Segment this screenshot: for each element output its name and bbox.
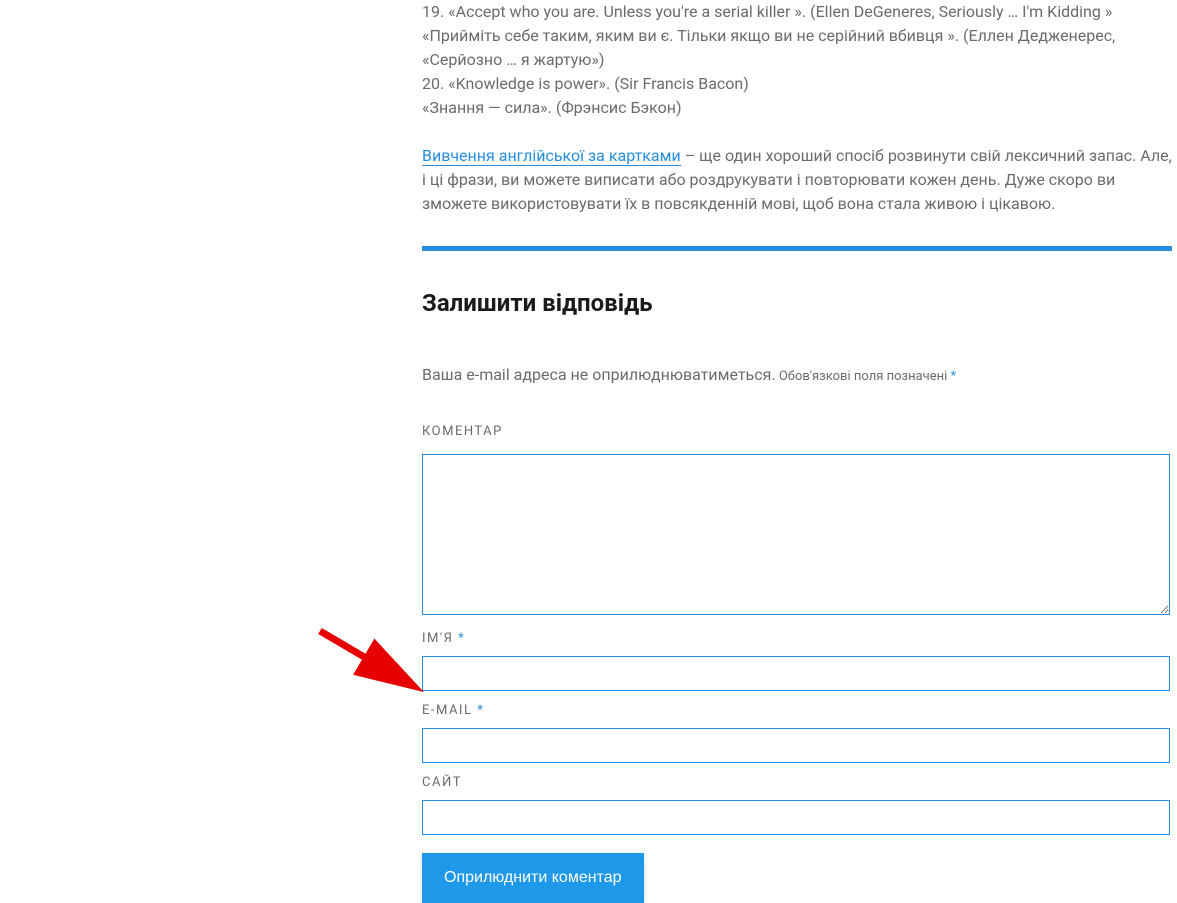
article-line-2: «Прийміть себе таким, яким ви є. Тільки … — [422, 24, 1172, 72]
site-label: САЙТ — [422, 775, 1172, 790]
reply-notice: Ваша e-mail адреса не оприлюднюватиметьс… — [422, 365, 1172, 384]
name-label-text: ІМ'Я — [422, 631, 453, 646]
email-label: E-MAIL * — [422, 703, 1172, 718]
comment-label: КОМЕНТАР — [422, 424, 1172, 439]
article-line-3: 20. «Knowledge is power». (Sir Francis B… — [422, 72, 1172, 96]
comment-textarea[interactable] — [422, 454, 1170, 615]
name-label: ІМ'Я * — [422, 631, 1172, 646]
email-required-star: * — [477, 703, 484, 718]
reply-notice-small: Обов'язкові поля позначені — [776, 369, 951, 384]
email-input[interactable] — [422, 728, 1170, 763]
article-text-block: 19. «Accept who you are. Unless you're a… — [422, 0, 1172, 120]
arrow-annotation-icon — [312, 623, 432, 703]
email-label-text: E-MAIL — [422, 703, 472, 718]
content-divider — [422, 246, 1172, 251]
reply-heading: Залишити відповідь — [422, 289, 1172, 317]
required-star: * — [951, 369, 957, 384]
main-content: 19. «Accept who you are. Unless you're a… — [422, 0, 1172, 903]
article-line-4: «Знання — сила». (Фрэнсис Бэкон) — [422, 96, 1172, 120]
flashcards-link[interactable]: Вивчення англійської за картками — [422, 146, 681, 166]
link-paragraph: Вивчення англійської за картками – ще од… — [422, 144, 1172, 216]
name-input[interactable] — [422, 656, 1170, 691]
site-input[interactable] — [422, 800, 1170, 835]
submit-comment-button[interactable]: Оприлюднити коментар — [422, 853, 644, 903]
name-required-star: * — [458, 631, 465, 646]
reply-notice-main: Ваша e-mail адреса не оприлюднюватиметьс… — [422, 365, 776, 384]
article-line-1: 19. «Accept who you are. Unless you're a… — [422, 0, 1172, 24]
